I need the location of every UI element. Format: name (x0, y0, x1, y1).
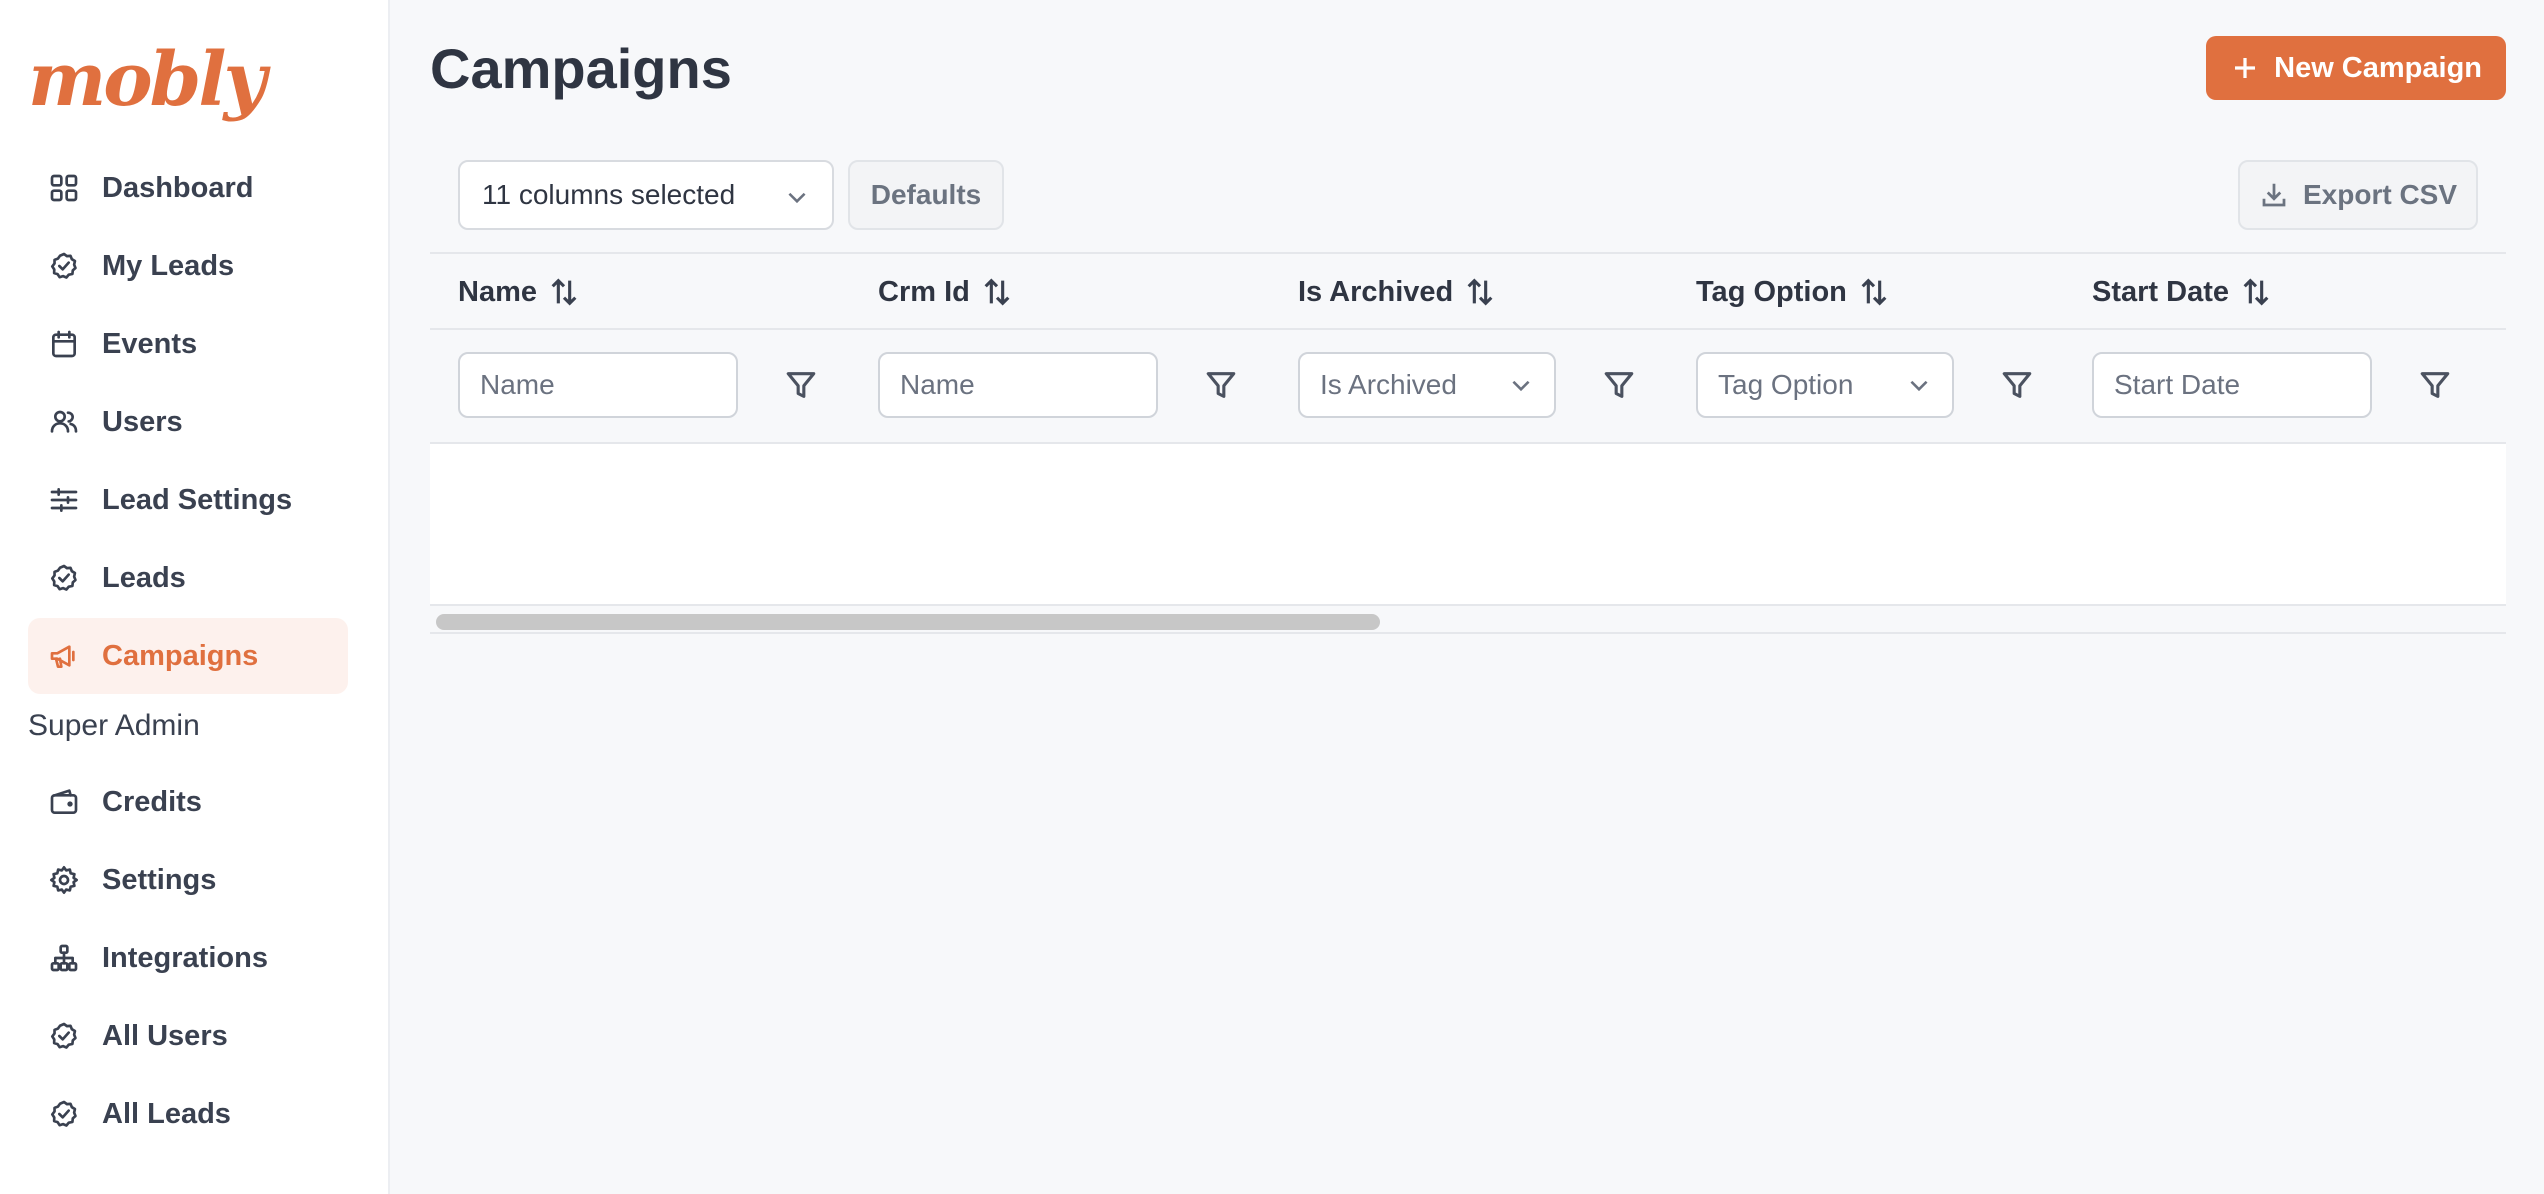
filter-row: Is Archived Tag Option (430, 330, 2506, 444)
sidebar-item-label: Dashboard (102, 171, 254, 204)
check-circle-icon (48, 250, 80, 282)
check-circle-icon (48, 1020, 80, 1052)
defaults-button[interactable]: Defaults (848, 160, 1004, 230)
export-csv-label: Export CSV (2302, 179, 2458, 210)
gear-icon (48, 864, 80, 896)
column-header-tag-option[interactable]: Tag Option (1696, 254, 1891, 330)
sidebar-item-all-leads[interactable]: All Leads (28, 1076, 348, 1152)
sidebar-nav: Dashboard My Leads Events Users Lead Set… (28, 150, 348, 1154)
grid-icon (48, 172, 80, 204)
column-header-name[interactable]: Name (458, 254, 581, 330)
sidebar-item-label: All Users (102, 1019, 228, 1052)
page-title: Campaigns (430, 37, 732, 100)
column-header-label: Tag Option (1696, 275, 1847, 308)
sort-icon (551, 278, 577, 306)
sidebar-item-dashboard[interactable]: Dashboard (28, 150, 348, 226)
sidebar-item-events[interactable]: Events (28, 306, 348, 382)
sidebar-item-campaigns[interactable]: Campaigns (28, 618, 348, 694)
chevron-down-icon (1906, 372, 1932, 405)
chevron-down-icon (1508, 372, 1534, 405)
filter-icon[interactable] (1602, 368, 1636, 407)
sidebar-item-label: Lead Settings (102, 483, 293, 516)
is-archived-filter-select[interactable]: Is Archived (1298, 352, 1556, 418)
section-label-super-admin: Super Admin (28, 709, 200, 742)
calendar-icon (48, 328, 80, 360)
filter-icon[interactable] (2000, 368, 2034, 407)
sliders-icon (48, 484, 80, 516)
mobly-logo[interactable]: mobly (28, 40, 267, 120)
scrollbar-thumb[interactable] (436, 614, 1380, 630)
sidebar-item-my-leads[interactable]: My Leads (28, 228, 348, 304)
start-date-filter-input[interactable] (2092, 352, 2372, 418)
filter-icon[interactable] (1204, 368, 1238, 407)
select-placeholder: Tag Option (1718, 369, 1854, 400)
sidebar-item-settings[interactable]: Settings (28, 842, 348, 918)
column-header-label: Name (458, 275, 537, 308)
sidebar-item-all-users[interactable]: All Users (28, 998, 348, 1074)
sidebar: mobly Dashboard My Leads Events Users Le… (0, 0, 390, 1194)
check-circle-icon (48, 562, 80, 594)
columns-select[interactable]: 11 columns selected (458, 160, 834, 230)
sidebar-item-label: Campaigns (102, 639, 259, 672)
column-header-start-date[interactable]: Start Date (2092, 254, 2273, 330)
column-header-label: Is Archived (1298, 275, 1454, 308)
sort-icon (984, 278, 1010, 306)
sidebar-item-label: Settings (102, 863, 217, 896)
sort-icon (1467, 278, 1493, 306)
horizontal-scrollbar[interactable] (430, 606, 2506, 634)
export-csv-button[interactable]: Export CSV (2238, 160, 2478, 230)
wallet-icon (48, 786, 80, 818)
users-icon (48, 406, 80, 438)
sidebar-item-lead-settings[interactable]: Lead Settings (28, 462, 348, 538)
sidebar-item-label: Credits (102, 785, 202, 818)
column-header-is-archived[interactable]: Is Archived (1298, 254, 1497, 330)
sidebar-item-label: My Leads (102, 249, 235, 282)
filter-icon[interactable] (2418, 368, 2452, 407)
tag-option-filter-select[interactable]: Tag Option (1696, 352, 1954, 418)
select-placeholder: Is Archived (1320, 369, 1457, 400)
check-circle-icon (48, 1098, 80, 1130)
column-header-label: Crm Id (878, 275, 970, 308)
column-header-crm-id[interactable]: Crm Id (878, 254, 1014, 330)
sidebar-item-label: Events (102, 327, 198, 360)
table-header: Name Crm Id Is Archived Tag Option Start… (430, 252, 2506, 330)
chevron-down-icon (784, 184, 810, 217)
new-campaign-button[interactable]: New Campaign (2206, 36, 2506, 100)
sidebar-item-credits[interactable]: Credits (28, 764, 348, 840)
sidebar-item-leads[interactable]: Leads (28, 540, 348, 616)
name-filter-input[interactable] (458, 352, 738, 418)
filter-icon[interactable] (784, 368, 818, 407)
column-header-label: Start Date (2092, 275, 2229, 308)
sidebar-item-label: All Leads (102, 1097, 231, 1130)
table-body (430, 444, 2506, 606)
sidebar-item-users[interactable]: Users (28, 384, 348, 460)
sidebar-item-label: Leads (102, 561, 186, 594)
sidebar-item-integrations[interactable]: Integrations (28, 920, 348, 996)
sidebar-item-label: Integrations (102, 941, 268, 974)
campaigns-table: Name Crm Id Is Archived Tag Option Start… (430, 252, 2506, 634)
sidebar-item-label: Users (102, 405, 183, 438)
sort-icon (2243, 278, 2269, 306)
main-content: Campaigns New Campaign 11 columns select… (390, 0, 2544, 1194)
network-icon (48, 942, 80, 974)
sort-icon (1861, 278, 1887, 306)
megaphone-icon (48, 640, 80, 672)
table-toolbar: 11 columns selected Defaults Export CSV (458, 160, 2478, 230)
columns-select-value: 11 columns selected (482, 179, 736, 210)
download-icon (2262, 183, 2286, 207)
plus-icon (2235, 58, 2256, 78)
crm-id-filter-input[interactable] (878, 352, 1158, 418)
new-campaign-label: New Campaign (2274, 51, 2482, 84)
